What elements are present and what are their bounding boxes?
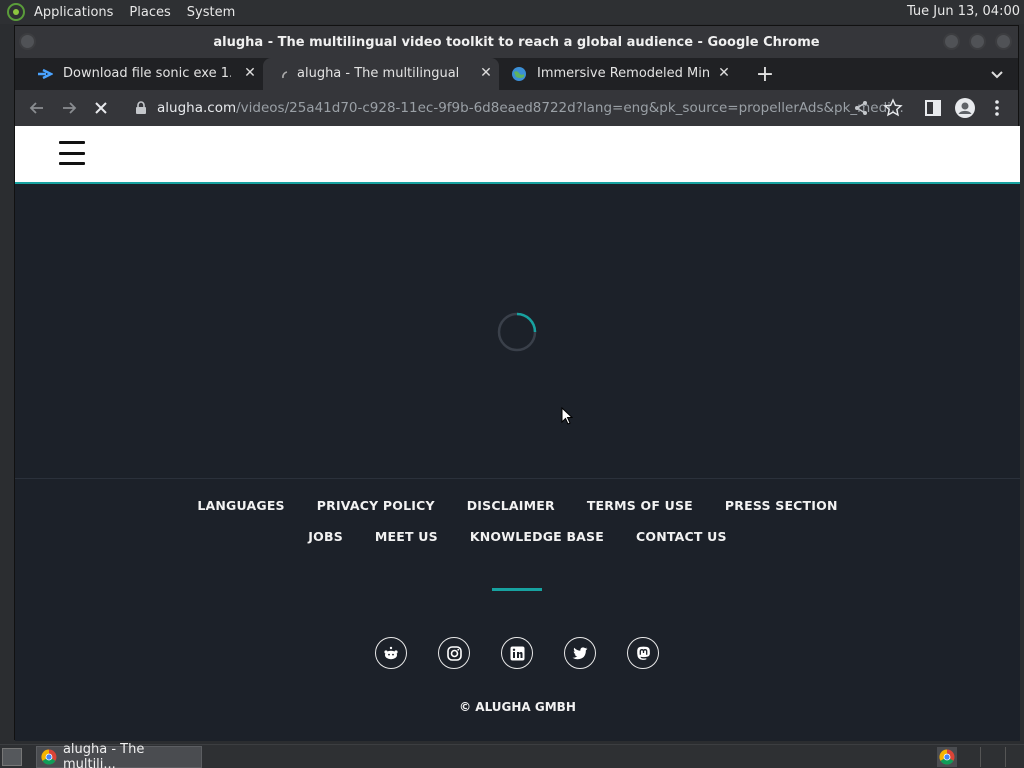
clock[interactable]: Tue Jun 13, 04:00 — [907, 4, 1020, 19]
close-icon[interactable]: ✕ — [715, 64, 733, 82]
distro-logo-icon[interactable] — [7, 3, 25, 21]
site-footer: LANGUAGES PRIVACY POLICY DISCLAIMER TERM… — [15, 480, 1020, 741]
desktop: Applications Places System Tue Jun 13, 0… — [0, 0, 1024, 768]
footer-links-row-2: JOBS MEET US KNOWLEDGE BASE CONTACT US — [15, 529, 1020, 544]
chrome-window: alugha - The multilingual video toolkit … — [14, 25, 1020, 741]
chevron-down-icon[interactable] — [987, 64, 1007, 84]
download-icon — [38, 68, 53, 80]
places-menu[interactable]: Places — [129, 5, 170, 20]
url-path: /videos/25a41d70-c928-11ec-9f9b-6d8eaed8… — [236, 100, 904, 116]
globe-icon — [512, 67, 526, 81]
applications-menu[interactable]: Applications — [34, 5, 113, 20]
taskbar-item-label: alugha - The multili... — [62, 742, 145, 768]
footer-divider — [492, 588, 542, 591]
footer-link-press-section[interactable]: PRESS SECTION — [725, 498, 838, 513]
video-player-area[interactable] — [15, 184, 1020, 479]
reddit-icon[interactable] — [375, 637, 407, 669]
browser-toolbar: alugha.com/videos/25a41d70-c928-11ec-9f9… — [15, 90, 1018, 126]
tab-label: Download file sonic exe 1.zip - — [63, 66, 231, 81]
footer-link-contact-us[interactable]: CONTACT US — [636, 529, 727, 544]
mouse-cursor-icon — [561, 407, 573, 425]
side-panel-icon[interactable] — [923, 98, 943, 118]
tab-minecraft[interactable]: Immersive Remodeled Minecr ✕ — [501, 58, 741, 90]
tray-separator — [1005, 747, 1006, 767]
footer-link-privacy-policy[interactable]: PRIVACY POLICY — [317, 498, 435, 513]
new-tab-button[interactable]: + — [753, 62, 777, 87]
social-links — [375, 637, 665, 669]
lock-icon[interactable] — [135, 101, 147, 115]
system-menu[interactable]: System — [187, 5, 235, 20]
loading-icon — [282, 71, 288, 79]
twitter-icon[interactable] — [564, 637, 596, 669]
mastodon-icon[interactable] — [627, 637, 659, 669]
tab-alugha[interactable]: alugha - The multilingual vide ✕ — [263, 58, 499, 90]
forward-icon[interactable] — [59, 98, 79, 118]
window-titlebar[interactable]: alugha - The multilingual video toolkit … — [15, 26, 1018, 58]
footer-link-disclaimer[interactable]: DISCLAIMER — [467, 498, 555, 513]
footer-link-knowledge-base[interactable]: KNOWLEDGE BASE — [470, 529, 604, 544]
maximize-icon[interactable] — [969, 33, 986, 50]
url-text[interactable]: alugha.com/videos/25a41d70-c928-11ec-9f9… — [157, 100, 904, 116]
stop-loading-icon[interactable] — [91, 98, 111, 118]
footer-link-jobs[interactable]: JOBS — [308, 529, 343, 544]
kebab-menu-icon[interactable] — [987, 98, 1007, 118]
tab-label: Immersive Remodeled Minecr — [537, 66, 709, 81]
taskbar: alugha - The multili... — [0, 742, 1024, 768]
copyright-text: © ALUGHA GMBH — [459, 700, 576, 714]
profile-avatar-icon[interactable] — [955, 98, 975, 118]
tab-download[interactable]: Download file sonic exe 1.zip - ✕ — [19, 58, 263, 90]
tray-separator — [980, 747, 981, 767]
loading-spinner-icon — [497, 312, 537, 352]
site-header — [15, 126, 1020, 184]
close-icon[interactable]: ✕ — [241, 64, 259, 82]
tab-strip: Download file sonic exe 1.zip - ✕ alugha… — [15, 58, 1018, 90]
window-menu-icon[interactable] — [19, 33, 36, 50]
close-icon[interactable]: ✕ — [477, 64, 495, 82]
minimize-icon[interactable] — [943, 33, 960, 50]
show-desktop-icon[interactable] — [2, 748, 22, 766]
back-icon[interactable] — [27, 98, 47, 118]
url-host: alugha.com — [157, 100, 237, 116]
taskbar-item-chrome[interactable]: alugha - The multili... — [36, 742, 202, 768]
instagram-icon[interactable] — [438, 637, 470, 669]
linkedin-icon[interactable] — [501, 637, 533, 669]
system-panel: Applications Places System Tue Jun 13, 0… — [0, 0, 1024, 24]
web-page: LANGUAGES PRIVACY POLICY DISCLAIMER TERM… — [15, 126, 1020, 741]
tab-label: alugha - The multilingual vide — [297, 66, 463, 81]
share-icon[interactable] — [851, 98, 871, 118]
hamburger-menu-icon[interactable] — [59, 141, 85, 165]
chrome-icon — [41, 749, 57, 765]
chrome-tray-icon[interactable] — [937, 747, 957, 767]
footer-link-meet-us[interactable]: MEET US — [375, 529, 438, 544]
window-title: alugha - The multilingual video toolkit … — [213, 34, 820, 50]
address-bar[interactable]: alugha.com/videos/25a41d70-c928-11ec-9f9… — [125, 94, 904, 122]
bookmark-star-icon[interactable] — [883, 98, 903, 118]
footer-link-terms-of-use[interactable]: TERMS OF USE — [587, 498, 693, 513]
footer-link-languages[interactable]: LANGUAGES — [197, 498, 284, 513]
close-window-icon[interactable] — [995, 33, 1012, 50]
footer-links-row-1: LANGUAGES PRIVACY POLICY DISCLAIMER TERM… — [15, 498, 1020, 513]
